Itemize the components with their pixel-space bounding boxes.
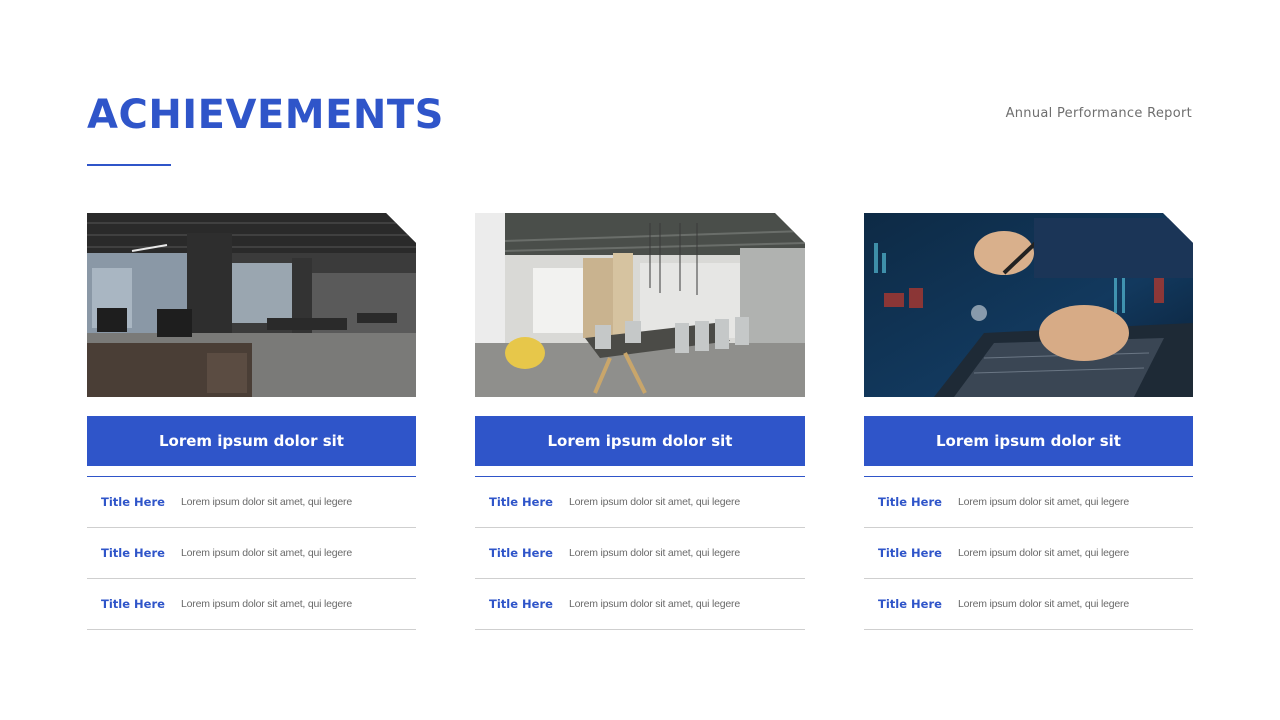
title-underline xyxy=(87,164,171,166)
item-description: Lorem ipsum dolor sit amet, qui legere xyxy=(181,598,352,610)
list-item: Title Here Lorem ipsum dolor sit amet, q… xyxy=(87,579,416,630)
laptop-analytics-photo xyxy=(864,213,1193,397)
achievement-card: Lorem ipsum dolor sit Title Here Lorem i… xyxy=(475,213,805,630)
item-title: Title Here xyxy=(878,546,942,560)
item-description: Lorem ipsum dolor sit amet, qui legere xyxy=(958,598,1129,610)
item-description: Lorem ipsum dolor sit amet, qui legere xyxy=(181,547,352,559)
achievement-card: Lorem ipsum dolor sit Title Here Lorem i… xyxy=(864,213,1193,630)
list-item: Title Here Lorem ipsum dolor sit amet, q… xyxy=(475,528,805,579)
item-description: Lorem ipsum dolor sit amet, qui legere xyxy=(958,547,1129,559)
list-item: Title Here Lorem ipsum dolor sit amet, q… xyxy=(864,579,1193,630)
item-title: Title Here xyxy=(101,495,165,509)
dark-office-interior-photo xyxy=(87,213,416,397)
list-item: Title Here Lorem ipsum dolor sit amet, q… xyxy=(864,528,1193,579)
list-item: Title Here Lorem ipsum dolor sit amet, q… xyxy=(87,477,416,528)
item-description: Lorem ipsum dolor sit amet, qui legere xyxy=(181,496,352,508)
meeting-room-photo xyxy=(475,213,805,397)
list-item: Title Here Lorem ipsum dolor sit amet, q… xyxy=(475,579,805,630)
item-description: Lorem ipsum dolor sit amet, qui legere xyxy=(569,547,740,559)
card-heading: Lorem ipsum dolor sit xyxy=(864,416,1193,466)
item-description: Lorem ipsum dolor sit amet, qui legere xyxy=(958,496,1129,508)
item-description: Lorem ipsum dolor sit amet, qui legere xyxy=(569,598,740,610)
card-heading: Lorem ipsum dolor sit xyxy=(87,416,416,466)
card-heading: Lorem ipsum dolor sit xyxy=(475,416,805,466)
page-title: ACHIEVEMENTS xyxy=(87,92,444,138)
item-title: Title Here xyxy=(489,597,553,611)
list-item: Title Here Lorem ipsum dolor sit amet, q… xyxy=(475,477,805,528)
report-subtitle: Annual Performance Report xyxy=(1005,106,1192,121)
item-title: Title Here xyxy=(489,546,553,560)
achievement-card: Lorem ipsum dolor sit Title Here Lorem i… xyxy=(87,213,416,630)
list-item: Title Here Lorem ipsum dolor sit amet, q… xyxy=(87,528,416,579)
item-title: Title Here xyxy=(878,597,942,611)
item-title: Title Here xyxy=(101,597,165,611)
item-title: Title Here xyxy=(101,546,165,560)
item-description: Lorem ipsum dolor sit amet, qui legere xyxy=(569,496,740,508)
list-item: Title Here Lorem ipsum dolor sit amet, q… xyxy=(864,477,1193,528)
item-title: Title Here xyxy=(489,495,553,509)
item-title: Title Here xyxy=(878,495,942,509)
